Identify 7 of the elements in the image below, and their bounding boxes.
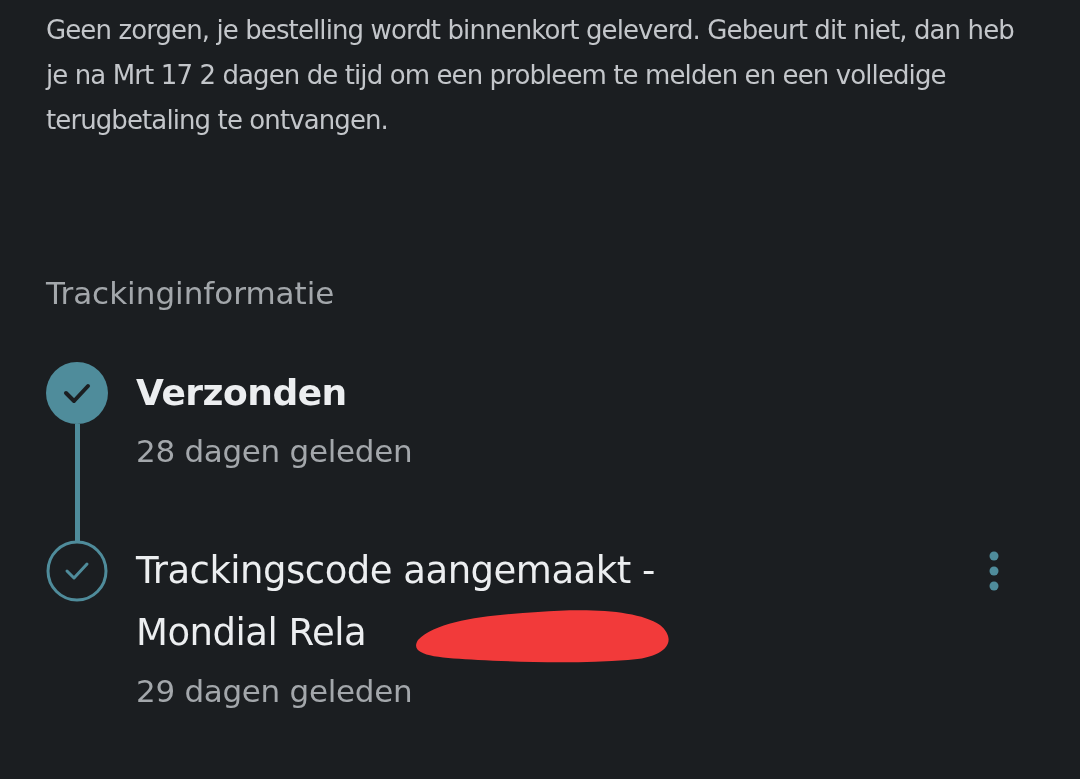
event-title: Verzonden <box>136 371 348 415</box>
section-heading: Trackinginformatie <box>46 274 336 313</box>
event-time: 28 dagen geleden <box>136 432 414 471</box>
notice-text: Geen zorgen, je bestelling wordt binnenkort geleverd. Gebeurt dit niet, dan heb je na Mrt 17 2 dagen de tijd om een probleem te melden en een volledige terugbetaling te ontvangen. <box>46 14 1015 137</box>
more-options-icon[interactable] <box>988 550 1000 592</box>
event-title: Trackingscode aangemaakt - Mondial Rela <box>136 548 656 656</box>
event-time: 29 dagen geleden <box>136 672 414 711</box>
